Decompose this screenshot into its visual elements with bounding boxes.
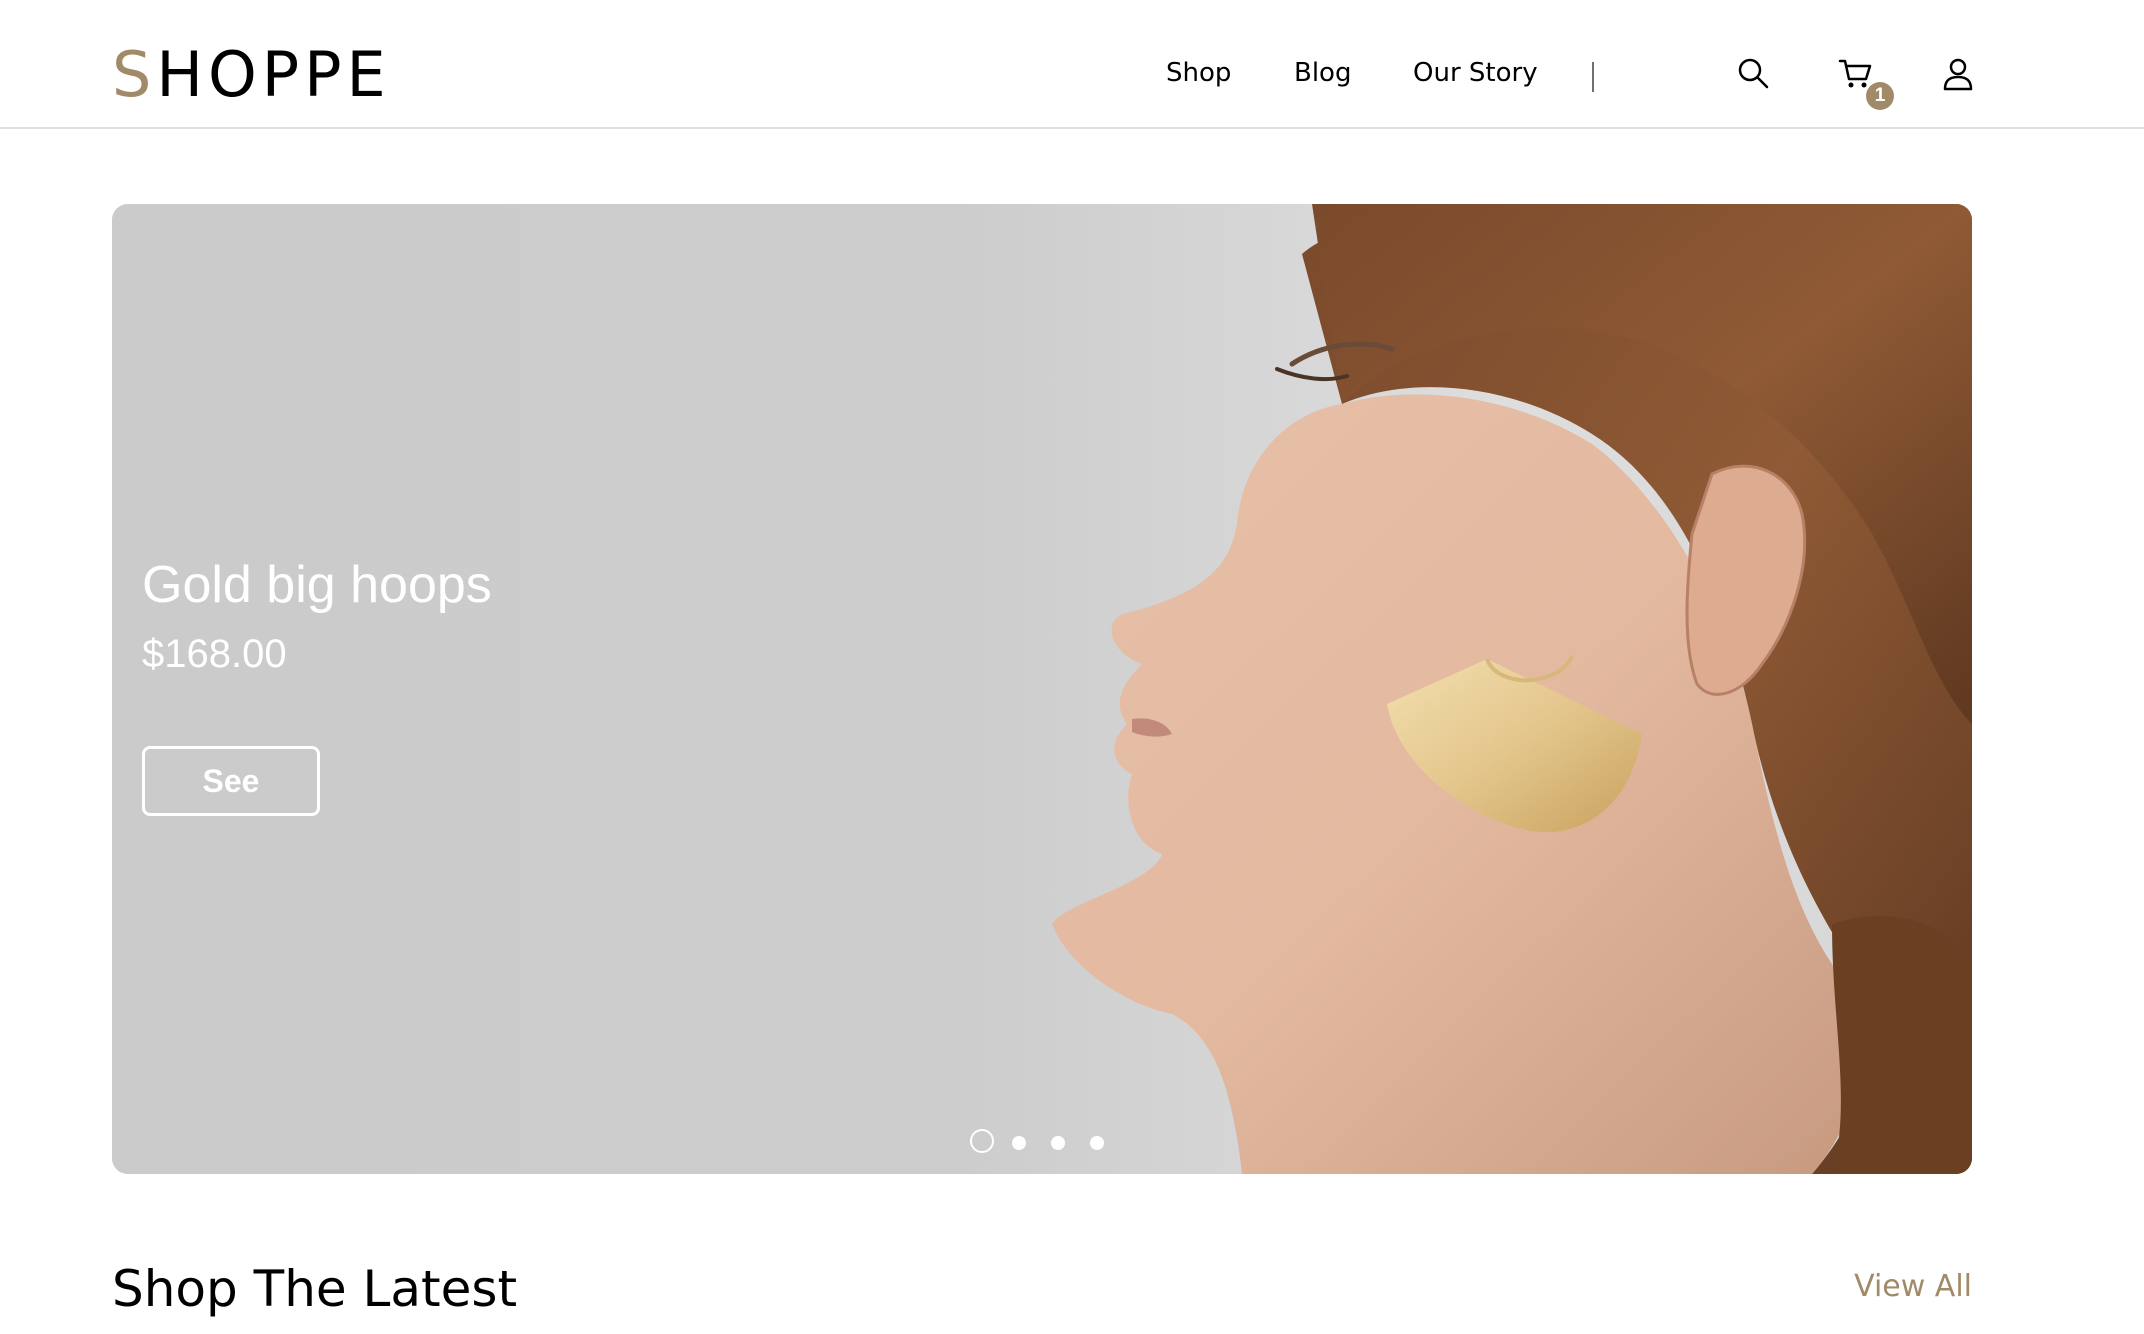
nav-shop[interactable]: Shop — [1166, 60, 1231, 86]
slider-dot-3[interactable] — [1051, 1136, 1065, 1150]
user-icon — [1943, 58, 1973, 91]
hero-see-button[interactable]: See — [142, 746, 320, 816]
nav-divider — [1592, 62, 1594, 92]
search-icon — [1738, 58, 1769, 89]
cart-count-badge: 1 — [1866, 82, 1894, 110]
view-all-link[interactable]: View All — [1854, 1270, 1972, 1303]
site-header: SHOPPE Shop Blog Our Story 1 — [0, 0, 2144, 129]
hero-model-image — [112, 204, 1972, 1174]
slider-dot-1[interactable] — [970, 1129, 994, 1153]
nav-blog[interactable]: Blog — [1294, 60, 1351, 86]
logo-accent-letter: S — [112, 38, 157, 111]
slider-dot-4[interactable] — [1090, 1136, 1104, 1150]
logo[interactable]: SHOPPE — [112, 44, 391, 106]
hero-slider: Gold big hoops $168.00 See — [112, 204, 1972, 1174]
shop-latest-heading: Shop The Latest — [112, 1260, 518, 1318]
search-button[interactable] — [1736, 56, 1772, 92]
hero-product-price: $168.00 — [142, 632, 287, 676]
hero-product-title: Gold big hoops — [142, 556, 492, 614]
slider-dot-2[interactable] — [1012, 1136, 1026, 1150]
logo-text: HOPPE — [156, 38, 391, 111]
account-button[interactable] — [1940, 56, 1976, 92]
nav-our-story[interactable]: Our Story — [1413, 60, 1538, 86]
